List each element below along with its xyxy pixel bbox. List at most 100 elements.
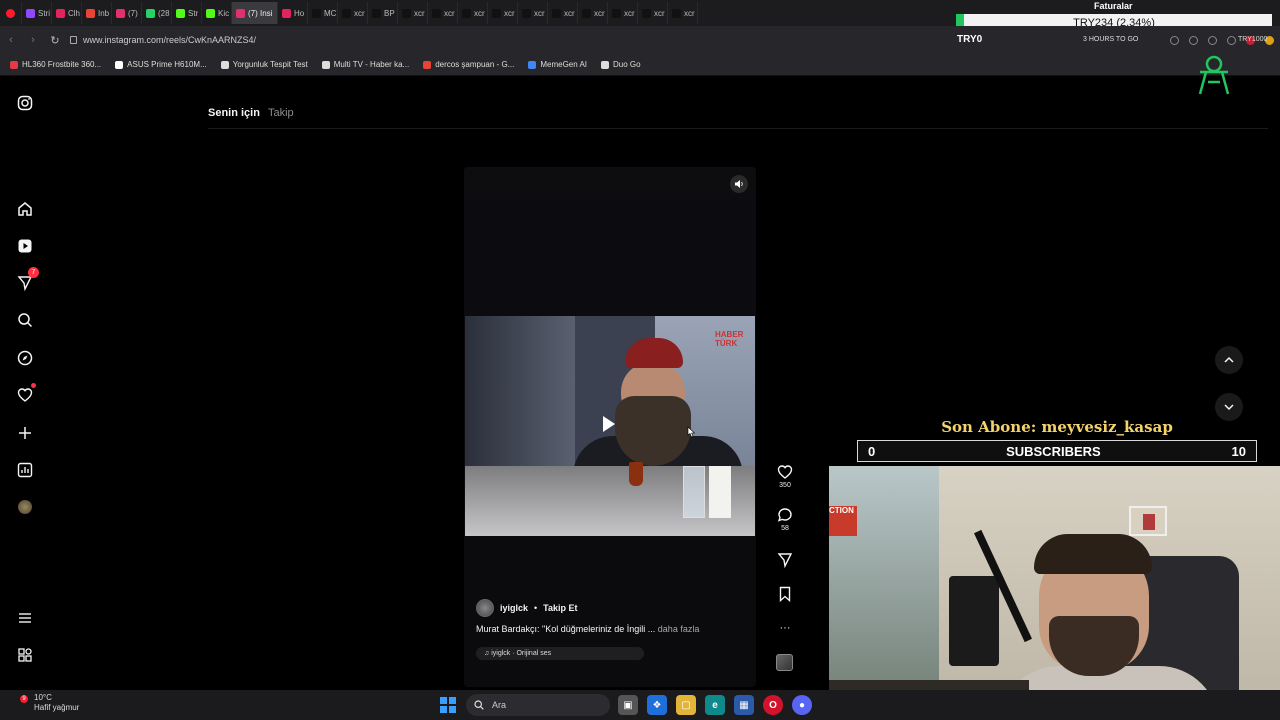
mute-button[interactable] (730, 175, 748, 193)
browser-tab[interactable]: Clh (52, 2, 82, 24)
browser-tab[interactable]: xcr (458, 2, 488, 24)
browser-tab[interactable]: Kic (202, 2, 232, 24)
bookmark-item[interactable]: HL360 Frostbite 360... (10, 60, 101, 69)
task-view-icon[interactable]: ▣ (618, 695, 638, 715)
bookmark-item[interactable]: MemeGen AI (528, 60, 587, 69)
browser-tab[interactable]: xcr (338, 2, 368, 24)
create-plus-icon[interactable] (15, 423, 35, 443)
browser-tab[interactable]: xcr (428, 2, 458, 24)
browser-tab[interactable]: MC (308, 2, 338, 24)
browser-tab[interactable]: xcr (608, 2, 638, 24)
browser-tab[interactable]: BP (368, 2, 398, 24)
taskbar-apps: ▣ ❖ ▢ e ▦ O ● (618, 695, 812, 715)
store-icon[interactable]: ▦ (734, 695, 754, 715)
search-icon[interactable] (15, 310, 35, 330)
previous-reel-button[interactable] (1215, 346, 1243, 374)
play-icon[interactable] (603, 416, 615, 432)
tab-label: xcr (684, 8, 695, 18)
back-button[interactable]: ‹ (0, 29, 22, 51)
browser-tab[interactable]: Str (172, 2, 202, 24)
reload-button[interactable]: ↻ (44, 29, 66, 51)
video-channel-logo: HABER TÜRK (715, 330, 744, 348)
tab-for-you[interactable]: Senin için (208, 107, 260, 119)
search-icon (474, 700, 484, 710)
share-button[interactable] (772, 552, 798, 570)
forward-button[interactable]: › (22, 29, 44, 51)
browser-tab[interactable]: xcr (398, 2, 428, 24)
reel-video[interactable]: HABER TÜRK (465, 316, 755, 536)
tab-favicon-icon (56, 8, 65, 18)
browser-tab[interactable]: xcr (548, 2, 578, 24)
browser-tab[interactable]: xcr (638, 2, 668, 24)
tab-label: xcr (594, 8, 605, 18)
weather-widget[interactable]: 9 10°C Hafif yağmur (20, 693, 80, 713)
browser-tab[interactable]: xcr (488, 2, 518, 24)
bookmark-item[interactable]: Duo Go (601, 60, 641, 69)
bookmark-item[interactable]: Multi TV - Haber ka... (321, 60, 409, 69)
url-field[interactable]: www.instagram.com/reels/CwKnAARNZS4/ (70, 35, 256, 45)
follow-button[interactable]: Takip Et (543, 603, 577, 613)
shield-icon[interactable] (1208, 35, 1217, 45)
tab-label: Ho (294, 8, 305, 18)
extension-icon[interactable] (1170, 35, 1179, 45)
copilot-icon[interactable]: ❖ (647, 695, 667, 715)
save-button[interactable] (772, 586, 798, 604)
bookmark-item[interactable]: ASUS Prime H610M... (115, 60, 207, 69)
explore-icon[interactable] (15, 348, 35, 368)
more-menu-icon[interactable] (15, 608, 35, 628)
weather-temp: 10°C (34, 693, 52, 702)
messages-icon[interactable]: 7 (15, 267, 39, 293)
browser-tab[interactable]: (7) (112, 2, 142, 24)
discord-icon[interactable]: ● (792, 695, 812, 715)
notifications-heart-icon[interactable] (15, 383, 36, 405)
profile-icon[interactable] (1227, 35, 1236, 45)
tab-label: (7) Insi (248, 8, 273, 18)
home-icon[interactable] (15, 199, 35, 219)
start-button[interactable] (440, 697, 456, 713)
reel-card[interactable]: HABER TÜRK iyiglck • Takip Et Murat Bard… (464, 167, 756, 687)
threads-apps-icon[interactable] (15, 645, 35, 665)
tab-label: xcr (414, 8, 425, 18)
reel-audio[interactable]: ♫ iyiglck · Orijinal ses (476, 647, 644, 660)
tab-label: xcr (474, 8, 485, 18)
more-options-button[interactable]: ··· (772, 622, 798, 634)
edge-icon[interactable]: e (705, 695, 725, 715)
chevron-up-icon (1224, 356, 1234, 363)
browser-tab[interactable]: (7) Insi (232, 2, 278, 24)
author-username[interactable]: iyiglck (500, 603, 528, 613)
opera-taskbar-icon[interactable]: O (763, 695, 783, 715)
reload-icon: ↻ (50, 34, 60, 47)
reels-icon[interactable] (15, 236, 35, 256)
browser-tab[interactable]: Inb (82, 2, 112, 24)
dashboard-icon[interactable] (15, 460, 35, 480)
bookmark-label: ASUS Prime H610M... (127, 60, 207, 69)
browser-tab[interactable]: xcr (578, 2, 608, 24)
tab-label: Inb (98, 8, 110, 18)
comment-button[interactable]: 58 (772, 507, 798, 532)
webcam-poster (1129, 506, 1167, 536)
tab-favicon-icon (236, 8, 245, 18)
camera-icon[interactable] (1189, 35, 1198, 45)
bookmark-item[interactable]: dercos şampuan - G... (423, 60, 514, 69)
taskbar-search[interactable]: Ara (466, 694, 610, 716)
browser-tab[interactable]: Ho (278, 2, 308, 24)
browser-tab[interactable]: xcr (518, 2, 548, 24)
audio-thumbnail[interactable] (776, 654, 793, 671)
video-water-glass (683, 466, 705, 518)
caption-more-link[interactable]: daha fazla (658, 624, 700, 634)
opera-logo[interactable] (2, 2, 22, 24)
bookmark-item[interactable]: Yorgunluk Tespit Test (220, 60, 308, 69)
file-explorer-icon[interactable]: ▢ (676, 695, 696, 715)
browser-tab[interactable]: Stri (22, 2, 52, 24)
weather-desc: Hafif yağmur (34, 703, 80, 712)
browser-tab[interactable]: (28 (142, 2, 172, 24)
browser-tab[interactable]: xcr (668, 2, 698, 24)
tab-favicon-icon (372, 8, 381, 18)
stock-hours: 3 HOURS TO GO (1083, 36, 1139, 43)
tab-following[interactable]: Takip (268, 107, 294, 119)
instagram-logo-icon[interactable] (15, 93, 35, 113)
profile-avatar-icon[interactable] (15, 497, 35, 517)
next-reel-button[interactable] (1215, 393, 1243, 421)
author-avatar[interactable] (476, 599, 494, 617)
like-button[interactable]: 350 (772, 464, 798, 489)
